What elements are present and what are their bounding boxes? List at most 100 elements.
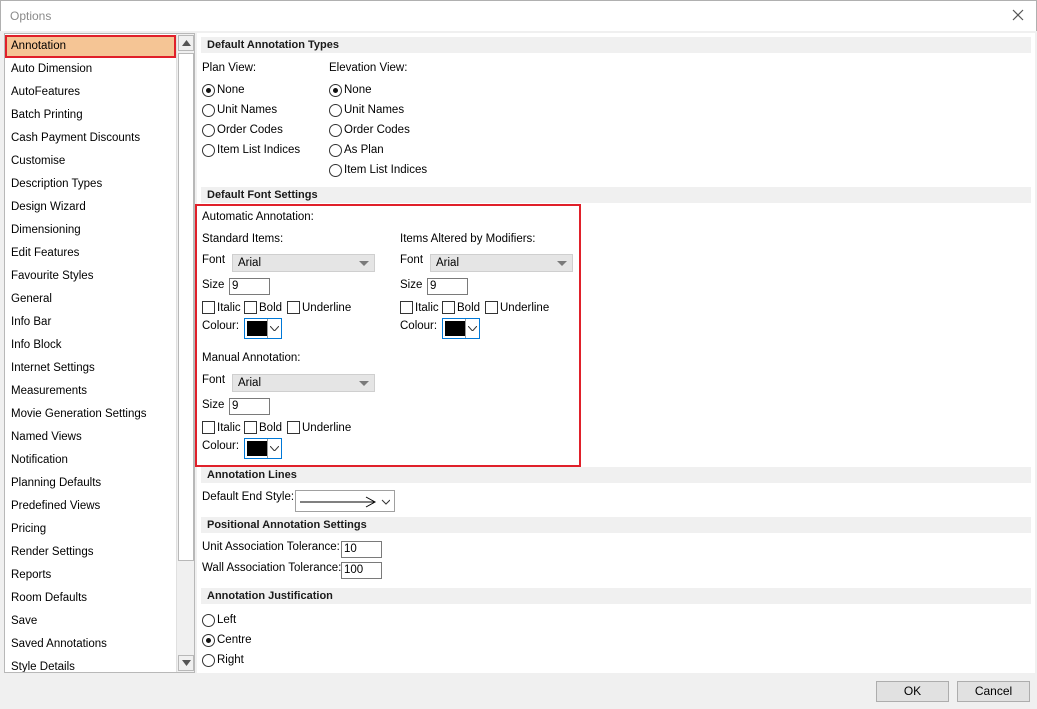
sidebar-item[interactable]: General (5, 288, 176, 311)
manual-colour-picker[interactable] (244, 438, 282, 459)
justify-radio-centre[interactable]: Centre (202, 632, 252, 648)
modifiers-italic-checkbox[interactable]: Italic (400, 300, 439, 315)
sidebar-item[interactable]: Info Bar (5, 311, 176, 334)
standard-size-input[interactable]: 9 (229, 278, 270, 295)
radio-dot (202, 123, 215, 137)
sidebar-item[interactable]: Measurements (5, 380, 176, 403)
cancel-button[interactable]: Cancel (957, 681, 1030, 702)
chevron-down-icon (468, 326, 477, 331)
manual-font-select[interactable]: Arial (232, 374, 375, 392)
sidebar-item[interactable]: Batch Printing (5, 104, 176, 127)
sidebar-item[interactable]: Named Views (5, 426, 176, 449)
standard-colour-picker[interactable] (244, 318, 282, 339)
sidebar-item[interactable]: Auto Dimension (5, 58, 176, 81)
sidebar-item[interactable]: Render Settings (5, 541, 176, 564)
end-style-label: Default End Style: (202, 491, 295, 503)
colour-dropdown[interactable] (465, 319, 479, 338)
modifiers-bold-checkbox[interactable]: Bold (442, 300, 480, 315)
category-scrollbar[interactable] (176, 34, 194, 672)
modifiers-size-input[interactable]: 9 (427, 278, 468, 295)
sidebar-item[interactable]: Save (5, 610, 176, 633)
modifiers-items-label: Items Altered by Modifiers: (400, 233, 536, 245)
standard-font-select[interactable]: Arial (232, 254, 375, 272)
wall-tolerance-input[interactable]: 100 (341, 562, 382, 579)
sidebar-item[interactable]: Cash Payment Discounts (5, 127, 176, 150)
colour-dropdown[interactable] (267, 439, 281, 458)
close-button[interactable] (1008, 5, 1030, 27)
manual-underline-checkbox[interactable]: Underline (287, 420, 351, 435)
sidebar-item[interactable]: Reports (5, 564, 176, 587)
elev-radio-as-plan[interactable]: As Plan (329, 142, 384, 158)
sidebar-item[interactable]: Annotation (5, 35, 176, 58)
elev-radio-item-list-indices[interactable]: Item List Indices (329, 162, 427, 178)
manual-font-label: Font (202, 374, 226, 386)
sidebar-item[interactable]: Info Block (5, 334, 176, 357)
chevron-down-icon (557, 261, 567, 266)
sidebar-item[interactable]: Description Types (5, 173, 176, 196)
modifiers-underline-checkbox[interactable]: Underline (485, 300, 549, 315)
sidebar-item[interactable]: Dimensioning (5, 219, 176, 242)
sidebar-item[interactable]: Internet Settings (5, 357, 176, 380)
radio-dot (202, 143, 215, 157)
checkbox-box (400, 301, 413, 314)
manual-size-input[interactable]: 9 (229, 398, 270, 415)
section-font-settings: Default Font Settings (201, 187, 1031, 203)
justify-radio-left[interactable]: Left (202, 612, 236, 628)
plan-radio-unit-names[interactable]: Unit Names (202, 102, 277, 118)
sidebar-item[interactable]: Customise (5, 150, 176, 173)
elev-radio-none[interactable]: None (329, 82, 372, 98)
standard-italic-checkbox[interactable]: Italic (202, 300, 241, 315)
sidebar-item[interactable]: Favourite Styles (5, 265, 176, 288)
category-list[interactable]: Annotation Auto Dimension AutoFeatures Batc… (4, 33, 195, 673)
section-justification: Annotation Justification (201, 588, 1031, 604)
scroll-up-button[interactable] (178, 35, 194, 51)
section-annotation-types: Default Annotation Types (201, 37, 1031, 53)
standard-underline-checkbox[interactable]: Underline (287, 300, 351, 315)
close-icon (1012, 9, 1024, 21)
wall-tolerance-label: Wall Association Tolerance: (202, 562, 342, 574)
elev-radio-unit-names[interactable]: Unit Names (329, 102, 404, 118)
sidebar-item[interactable]: Movie Generation Settings (5, 403, 176, 426)
elev-radio-order-codes[interactable]: Order Codes (329, 122, 410, 138)
radio-dot (202, 103, 215, 117)
elevation-view-label: Elevation View: (329, 62, 408, 74)
modifiers-font-select[interactable]: Arial (430, 254, 573, 272)
window-title: Options (10, 9, 52, 23)
checkbox-box (287, 301, 300, 314)
end-style-select[interactable] (295, 490, 395, 512)
unit-tolerance-input[interactable]: 10 (341, 541, 382, 558)
sidebar-item[interactable]: Predefined Views (5, 495, 176, 518)
manual-bold-checkbox[interactable]: Bold (244, 420, 282, 435)
checkbox-box (442, 301, 455, 314)
scroll-thumb[interactable] (178, 53, 194, 561)
chevron-down-icon (270, 326, 279, 331)
modifiers-colour-label: Colour: (400, 320, 438, 332)
sidebar-item[interactable]: Pricing (5, 518, 176, 541)
modifiers-colour-picker[interactable] (442, 318, 480, 339)
sidebar-item[interactable]: Saved Annotations (5, 633, 176, 656)
radio-dot (329, 103, 342, 117)
colour-dropdown[interactable] (267, 319, 281, 338)
manual-size-label: Size (202, 399, 225, 411)
plan-radio-item-list-indices[interactable]: Item List Indices (202, 142, 300, 158)
colour-swatch (247, 441, 267, 456)
unit-tolerance-label: Unit Association Tolerance: (202, 541, 340, 553)
sidebar-item[interactable]: Style Details (5, 656, 176, 672)
manual-italic-checkbox[interactable]: Italic (202, 420, 241, 435)
sidebar-item[interactable]: Room Defaults (5, 587, 176, 610)
ok-button[interactable]: OK (876, 681, 949, 702)
scroll-down-button[interactable] (178, 655, 194, 671)
sidebar-item[interactable]: AutoFeatures (5, 81, 176, 104)
sidebar-item[interactable]: Notification (5, 449, 176, 472)
chevron-down-icon (359, 261, 369, 266)
justify-radio-right[interactable]: Right (202, 652, 244, 668)
radio-dot (202, 633, 215, 647)
checkbox-box (287, 421, 300, 434)
standard-bold-checkbox[interactable]: Bold (244, 300, 282, 315)
sidebar-item[interactable]: Design Wizard (5, 196, 176, 219)
sidebar-item[interactable]: Planning Defaults (5, 472, 176, 495)
sidebar-item[interactable]: Edit Features (5, 242, 176, 265)
plan-radio-none[interactable]: None (202, 82, 245, 98)
checkbox-box (244, 421, 257, 434)
plan-radio-order-codes[interactable]: Order Codes (202, 122, 283, 138)
